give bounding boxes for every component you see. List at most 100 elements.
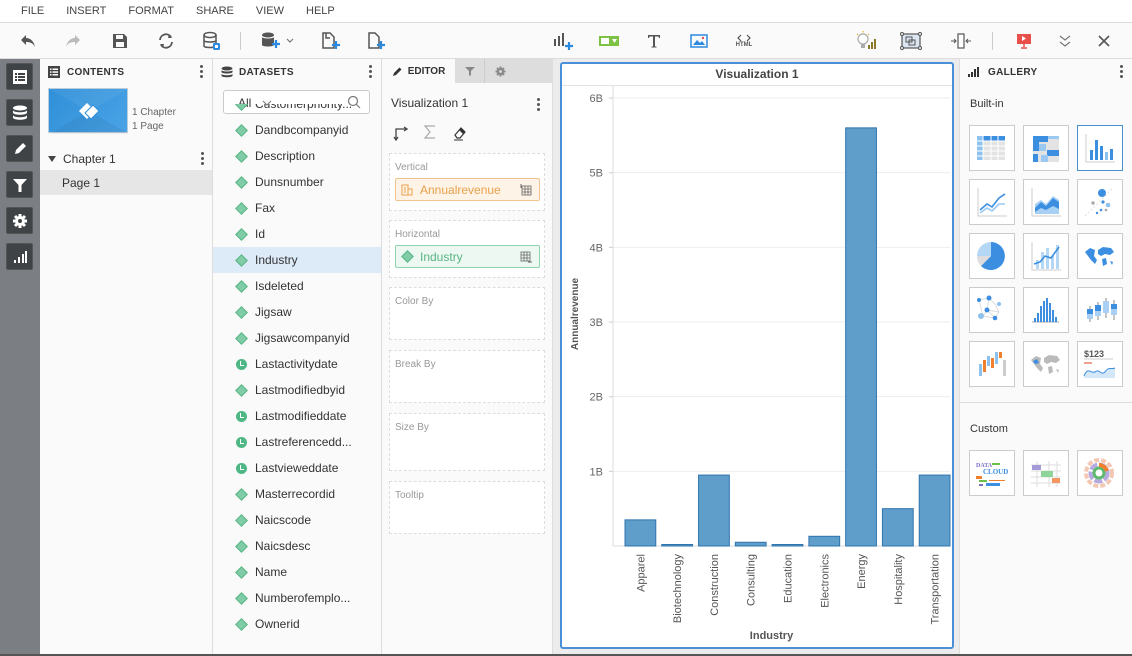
screen-fit-button[interactable] [898,29,924,53]
add-chapter-button[interactable] [318,29,344,53]
gallery-header: GALLERY [960,59,1132,85]
editor-panel-button[interactable] [6,135,33,162]
dataset-field-item[interactable]: Lastreferencedd... [213,429,381,455]
menu-format[interactable]: FORMAT [128,5,174,17]
dataset-field-item[interactable]: Customerpriority... [213,104,381,117]
dataset-field-item[interactable]: Description [213,143,381,169]
eraser-icon[interactable] [452,125,468,141]
refresh-button[interactable] [153,29,179,53]
gallery-tile-waterfall[interactable] [969,341,1015,387]
chapter-thumbnail[interactable] [48,88,129,134]
add-html-button[interactable]: HTML [731,29,757,53]
dataset-field-item[interactable]: Lastmodifiedbyid [213,377,381,403]
redo-button[interactable] [60,29,86,53]
dataset-field-item[interactable]: Jigsaw [213,299,381,325]
gallery-tile-gantt[interactable] [1023,450,1069,496]
gallery-tile-pie[interactable] [969,233,1015,279]
pie-chart-icon [976,242,1005,270]
horizontal-drop-zone[interactable]: Horizontal Industry [389,220,545,278]
visualization-container[interactable]: Visualization 1 1B 2B 3B 4B 5B 6B Apparel Biote… [560,62,954,649]
menu-file[interactable]: FILE [21,5,44,17]
vertical-drop-zone[interactable]: Vertical Annualrevenue [389,153,545,211]
dataset-field-item[interactable]: Name [213,559,381,585]
tab-filters[interactable] [455,59,485,83]
gallery-tile-area[interactable] [1023,179,1069,225]
filters-panel-button[interactable] [6,171,33,198]
color-by-drop-zone[interactable]: Color By [389,287,545,340]
gallery-tile-word-cloud[interactable]: DATA CLOUD [969,450,1015,496]
dataset-field-item[interactable]: Isdeleted [213,273,381,299]
presentation-button[interactable] [1011,29,1037,53]
close-button[interactable] [1091,29,1117,53]
datasets-menu-button[interactable] [369,65,373,79]
gallery-tile-kpi[interactable]: $123 [1077,341,1123,387]
dataset-field-item[interactable]: Naicsdesc [213,533,381,559]
menu-help[interactable]: HELP [306,5,335,17]
sigma-icon[interactable] [424,125,436,139]
dataset-field-item[interactable]: Industry [213,247,381,273]
dataset-field-item[interactable]: Lastactivitydate [213,351,381,377]
gallery-panel-button[interactable] [6,243,33,270]
gallery-tile-geo-map[interactable] [1023,341,1069,387]
gallery-tile-table[interactable] [969,125,1015,171]
data-source-button[interactable] [199,29,225,53]
collapse-toolbar-button[interactable] [1052,29,1078,53]
break-by-drop-zone[interactable]: Break By [389,350,545,403]
dataset-field-label: Name [255,565,288,579]
gallery-tile-combo[interactable] [1023,233,1069,279]
chapter-item[interactable]: Chapter 1 [40,148,212,170]
horizontal-field-pill[interactable]: Industry [395,245,540,268]
dataset-field-item[interactable]: Dunsnumber [213,169,381,195]
gallery-tile-sunburst[interactable] [1077,450,1123,496]
dataset-field-item[interactable]: Masterrecordid [213,481,381,507]
insights-button[interactable] [853,29,879,53]
gallery-tile-bar[interactable] [1077,125,1123,171]
contents-panel-button[interactable] [6,63,33,90]
visualization-name[interactable]: Visualization 1 [391,96,468,110]
visualization-menu-button[interactable] [537,98,540,113]
fit-width-button[interactable] [948,29,974,53]
table-settings-icon[interactable] [520,251,532,263]
dataset-field-item[interactable]: Ownerid [213,611,381,637]
gallery-tile-network[interactable] [969,287,1015,333]
table-settings-icon[interactable] [520,183,532,196]
add-image-button[interactable] [686,29,712,53]
datasets-panel-button[interactable] [6,99,33,126]
dataset-field-item[interactable]: Numberofemplo... [213,585,381,611]
tooltip-drop-zone[interactable]: Tooltip [389,481,545,534]
dataset-field-item[interactable]: Lastvieweddate [213,455,381,481]
dataset-field-item[interactable]: Naicscode [213,507,381,533]
dataset-field-item[interactable]: Dandbcompanyid [213,117,381,143]
undo-button[interactable] [15,29,41,53]
add-filter-control-button[interactable] [596,29,622,53]
tab-settings[interactable] [485,59,515,83]
dataset-field-item[interactable]: Jigsawcompanyid [213,325,381,351]
gallery-tile-scatter[interactable] [1077,179,1123,225]
gallery-tile-pivot[interactable] [1023,125,1069,171]
page-item[interactable]: Page 1 [40,170,212,195]
chapter-menu-button[interactable] [201,152,204,167]
add-text-button[interactable] [641,29,667,53]
vertical-field-pill[interactable]: Annualrevenue [395,178,540,201]
gallery-tile-boxplot[interactable] [1077,287,1123,333]
menu-view[interactable]: VIEW [256,5,284,17]
gallery-tile-histogram[interactable] [1023,287,1069,333]
dataset-field-item[interactable]: Id [213,221,381,247]
menu-share[interactable]: SHARE [196,5,234,17]
gallery-menu-button[interactable] [1120,65,1124,79]
dataset-field-item[interactable]: Lastmodifieddate [213,403,381,429]
tab-editor[interactable]: EDITOR [382,59,455,83]
settings-panel-button[interactable] [6,207,33,234]
gallery-tile-line[interactable] [969,179,1015,225]
menu-insert[interactable]: INSERT [66,5,106,17]
add-dataset-button[interactable] [258,29,300,53]
size-by-drop-zone[interactable]: Size By [389,413,545,471]
swap-axes-icon[interactable] [393,125,409,141]
add-page-button[interactable] [363,29,389,53]
contents-menu-button[interactable] [200,65,204,79]
add-visualization-button[interactable] [550,29,576,53]
bar-education [771,544,804,547]
dataset-field-item[interactable]: Fax [213,195,381,221]
gallery-tile-map[interactable] [1077,233,1123,279]
save-button[interactable] [107,29,133,53]
